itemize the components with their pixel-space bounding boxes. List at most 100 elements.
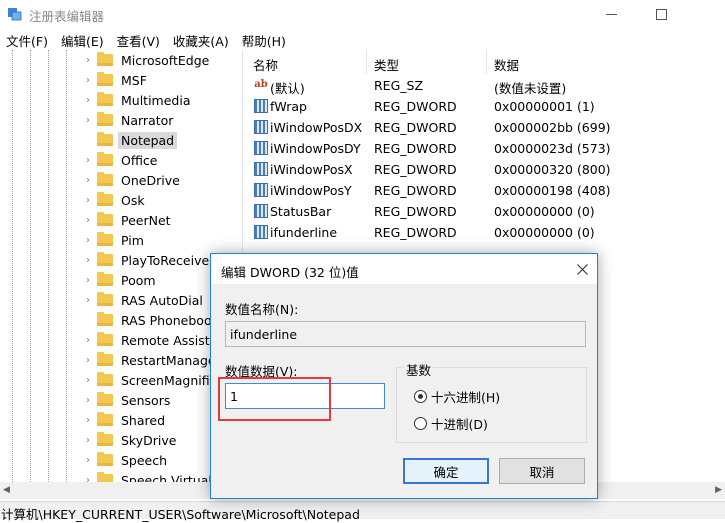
chevron-right-icon[interactable]: › bbox=[82, 215, 94, 226]
chevron-right-icon[interactable]: › bbox=[82, 275, 94, 286]
table-row[interactable]: ab (默认) REG_SZ (数值未设置) bbox=[246, 75, 725, 96]
cell-type: REG_DWORD bbox=[374, 120, 457, 135]
chevron-right-icon[interactable]: › bbox=[82, 255, 94, 266]
chevron-right-icon[interactable]: › bbox=[82, 55, 94, 66]
chevron-right-icon[interactable]: › bbox=[82, 435, 94, 446]
tree-item[interactable]: › Narrator bbox=[82, 110, 176, 130]
tree-item[interactable]: › SkyDrive bbox=[82, 430, 179, 450]
chevron-right-icon[interactable]: › bbox=[82, 335, 94, 346]
table-row[interactable]: iWindowPosX REG_DWORD 0x00000320 (800) bbox=[246, 159, 725, 180]
chevron-right-icon[interactable]: › bbox=[82, 355, 94, 366]
tree-item[interactable]: › Multimedia bbox=[82, 90, 194, 110]
menu-help[interactable]: 帮助(H) bbox=[236, 28, 293, 50]
radio-decimal-label: 十进制(D) bbox=[431, 417, 488, 432]
table-row[interactable]: iWindowPosDX REG_DWORD 0x000002bb (699) bbox=[246, 117, 725, 138]
chevron-right-icon[interactable]: › bbox=[82, 95, 94, 106]
tree-item[interactable]: › Speech bbox=[82, 450, 170, 470]
column-type-header[interactable]: 类型 bbox=[367, 50, 487, 74]
folder-icon bbox=[97, 212, 113, 226]
table-row[interactable]: iWindowPosY REG_DWORD 0x00000198 (408) bbox=[246, 180, 725, 201]
binary-value-icon bbox=[254, 162, 268, 176]
regedit-icon bbox=[8, 8, 22, 21]
dialog-close-button[interactable] bbox=[571, 258, 593, 280]
cancel-button[interactable]: 取消 bbox=[499, 458, 585, 484]
radio-unchecked-icon bbox=[414, 417, 427, 430]
chevron-right-icon[interactable]: › bbox=[82, 395, 94, 406]
chevron-right-icon[interactable]: › bbox=[82, 475, 94, 483]
binary-value-icon bbox=[254, 204, 268, 218]
ok-button[interactable]: 确定 bbox=[403, 458, 489, 484]
tree-item[interactable]: › ScreenMagnifier bbox=[82, 370, 225, 390]
tree-item-label: RAS Phonebook bbox=[121, 312, 219, 328]
menu-view[interactable]: 查看(V) bbox=[111, 28, 167, 50]
menu-file[interactable]: 文件(F) bbox=[0, 28, 55, 50]
binary-value-icon bbox=[254, 99, 268, 113]
tree-item[interactable]: Notepad bbox=[82, 130, 178, 150]
cell-data: 0x00000198 (408) bbox=[494, 183, 611, 198]
tree-item[interactable]: › OneDrive bbox=[82, 170, 183, 190]
tree-item[interactable]: › Sensors bbox=[82, 390, 173, 410]
tree-item-label: Notepad bbox=[118, 131, 178, 149]
tree-item[interactable]: › Osk bbox=[82, 190, 148, 210]
tree-item-label: Multimedia bbox=[121, 92, 191, 108]
cell-type: REG_DWORD bbox=[374, 225, 457, 240]
tree-item[interactable]: › RAS AutoDial bbox=[82, 290, 206, 310]
tree-item[interactable]: › Office bbox=[82, 150, 161, 170]
tree-item-label: Poom bbox=[121, 272, 156, 288]
table-row[interactable]: StatusBar REG_DWORD 0x00000000 (0) bbox=[246, 201, 725, 222]
radio-hexadecimal[interactable]: 十六进制(H) bbox=[414, 387, 500, 406]
tree-item[interactable]: RAS Phonebook bbox=[82, 310, 222, 330]
chevron-right-icon[interactable]: › bbox=[82, 175, 94, 186]
column-name-header[interactable]: 名称 bbox=[246, 50, 367, 74]
minimize-icon bbox=[605, 13, 617, 15]
tree-item[interactable]: › Poom bbox=[82, 270, 159, 290]
menu-edit[interactable]: 编辑(E) bbox=[55, 28, 111, 50]
chevron-right-icon[interactable]: › bbox=[82, 295, 94, 306]
chevron-right-icon[interactable]: › bbox=[82, 155, 94, 166]
tree-item[interactable]: › PeerNet bbox=[82, 210, 174, 230]
chevron-right-icon[interactable]: › bbox=[82, 415, 94, 426]
tree-item[interactable]: › MSF bbox=[82, 70, 150, 90]
status-bar-path: 计算机\HKEY_CURRENT_USER\Software\Microsoft… bbox=[0, 501, 725, 522]
cell-type: REG_DWORD bbox=[374, 204, 457, 219]
chevron-right-icon[interactable]: › bbox=[82, 235, 94, 246]
tree-item[interactable]: › MicrosoftEdge bbox=[82, 50, 212, 70]
folder-icon bbox=[97, 452, 113, 466]
string-value-icon: ab bbox=[254, 79, 268, 90]
tree-guide-line bbox=[30, 50, 31, 482]
maximize-button[interactable] bbox=[638, 0, 684, 28]
scroll-right-icon[interactable]: ▶ bbox=[715, 485, 722, 495]
key-tree[interactable]: › MicrosoftEdge › MSF › Multimedia › Narrator No… bbox=[0, 50, 243, 482]
chevron-right-icon[interactable]: › bbox=[82, 195, 94, 206]
radio-decimal[interactable]: 十进制(D) bbox=[414, 414, 488, 433]
tree-item[interactable]: › Shared bbox=[82, 410, 168, 430]
table-row[interactable]: fWrap REG_DWORD 0x00000001 (1) bbox=[246, 96, 725, 117]
folder-icon bbox=[97, 412, 113, 426]
chevron-right-icon[interactable]: › bbox=[82, 455, 94, 466]
tree-item[interactable]: › RestartManager bbox=[82, 350, 224, 370]
chevron-right-icon[interactable]: › bbox=[82, 115, 94, 126]
table-row[interactable]: ifunderline REG_DWORD 0x00000000 (0) bbox=[246, 222, 725, 243]
tree-item[interactable]: › PlayToReceiver bbox=[82, 250, 217, 270]
cell-name: iWindowPosX bbox=[270, 162, 353, 177]
column-data-header[interactable]: 数据 bbox=[487, 50, 725, 74]
folder-icon bbox=[97, 52, 113, 66]
folder-icon bbox=[97, 432, 113, 446]
close-icon bbox=[576, 263, 588, 275]
tree-item-label: MicrosoftEdge bbox=[121, 52, 210, 68]
scroll-left-icon[interactable]: ◀ bbox=[3, 485, 10, 495]
folder-icon bbox=[97, 72, 113, 86]
cell-data: 0x00000000 (0) bbox=[494, 225, 595, 240]
menu-favorites[interactable]: 收藏夹(A) bbox=[167, 28, 236, 50]
chevron-right-icon[interactable]: › bbox=[82, 375, 94, 386]
chevron-right-icon[interactable]: › bbox=[82, 75, 94, 86]
table-row[interactable]: iWindowPosDY REG_DWORD 0x0000023d (573) bbox=[246, 138, 725, 159]
tree-item[interactable]: › Speech Virtual bbox=[82, 470, 215, 482]
tree-item-label: MSF bbox=[121, 72, 147, 88]
cell-type: REG_DWORD bbox=[374, 183, 457, 198]
minimize-button[interactable] bbox=[588, 0, 634, 28]
tree-guide-line bbox=[66, 50, 67, 482]
cell-name: StatusBar bbox=[270, 204, 332, 219]
tree-item[interactable]: › Pim bbox=[82, 230, 147, 250]
dialog-title-bar: 编辑 DWORD (32 位)值 bbox=[211, 254, 597, 284]
